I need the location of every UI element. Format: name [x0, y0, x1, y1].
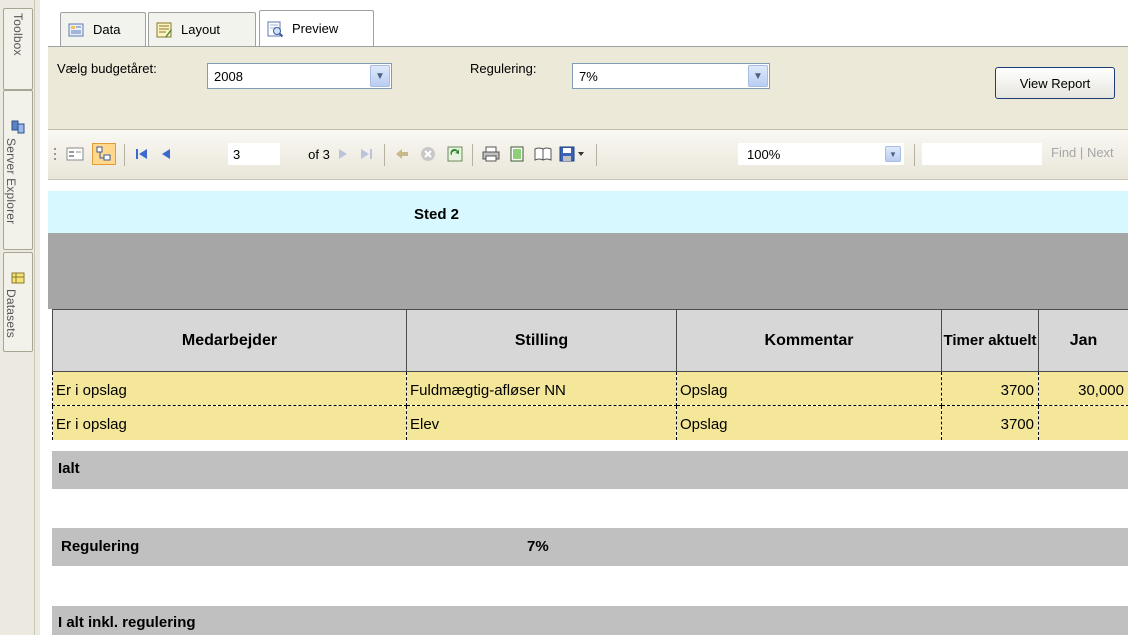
layout-icon: [156, 22, 172, 38]
column-header: Medarbejder: [52, 309, 407, 372]
regulering-row-label: Regulering: [61, 538, 140, 555]
regulering-row: Regulering 7%: [52, 528, 1128, 566]
parameter-area: Vælg budgetåret: 2008 ▼ Regulering: 7% ▼…: [48, 47, 1128, 130]
report-toolbar: of 3 100% ▼ Find | Next: [48, 130, 1128, 180]
tab-preview[interactable]: Preview: [259, 10, 374, 46]
datasets-label: Datasets: [4, 288, 18, 338]
column-header: Kommentar: [676, 309, 942, 372]
separator: [596, 144, 597, 166]
page-setup-icon[interactable]: [532, 143, 554, 165]
toolbox-tab[interactable]: Toolbox: [3, 8, 33, 90]
budget-year-label: Vælg budgetåret:: [57, 61, 157, 76]
regulering-label: Regulering:: [470, 61, 537, 76]
export-icon[interactable]: [558, 143, 588, 165]
preview-icon: [267, 21, 284, 37]
chevron-down-icon[interactable]: ▼: [370, 65, 390, 87]
page-number-input[interactable]: [228, 143, 280, 165]
cell-jan: [1038, 405, 1128, 440]
first-page-icon[interactable]: [132, 143, 152, 165]
tab-layout[interactable]: Layout: [148, 12, 256, 46]
regulering-value: 7%: [579, 69, 598, 84]
refresh-icon[interactable]: [444, 143, 466, 165]
tab-data-label: Data: [93, 22, 121, 37]
print-icon[interactable]: [480, 143, 502, 165]
find-next-links: Find | Next: [1051, 145, 1114, 160]
zoom-value: 100%: [747, 147, 781, 162]
separator: [914, 144, 915, 166]
server-explorer-icon: [11, 120, 25, 134]
server-explorer-label: Server Explorer: [4, 137, 18, 225]
group-title: Sted 2: [414, 206, 460, 223]
report-table: Medarbejder Stilling Kommentar Timer akt…: [52, 309, 1128, 440]
table-row: Er i opslag Elev Opslag 3700: [52, 405, 1128, 440]
parameters-toggle-icon[interactable]: [64, 143, 86, 165]
zoom-select[interactable]: 100% ▼: [738, 143, 904, 165]
view-report-button[interactable]: View Report: [995, 67, 1115, 99]
report-body: Sted 2 Medarbejder Stilling Kommentar Ti…: [48, 181, 1128, 635]
stop-icon[interactable]: [418, 143, 438, 165]
table-row: Er i opslag Fuldmægtig-afløser NN Opslag…: [52, 371, 1128, 406]
cell-timer: 3700: [941, 371, 1039, 406]
cell-medarbejder: Er i opslag: [52, 405, 407, 440]
find-link[interactable]: Find: [1051, 145, 1076, 160]
next-page-icon[interactable]: [334, 143, 352, 165]
last-page-icon[interactable]: [356, 143, 376, 165]
find-separator: |: [1079, 145, 1084, 160]
splitter[interactable]: [34, 0, 40, 635]
header-band: [48, 233, 1128, 309]
regulering-select[interactable]: 7% ▼: [572, 63, 770, 89]
group-header: Sted 2: [48, 191, 1128, 233]
datasets-tab[interactable]: Datasets: [3, 252, 33, 352]
budget-year-select[interactable]: 2008 ▼: [207, 63, 392, 89]
next-link[interactable]: Next: [1087, 145, 1114, 160]
cell-kommentar: Opslag: [676, 405, 942, 440]
column-header: Timer aktuelt: [941, 309, 1039, 372]
tab-preview-label: Preview: [292, 21, 339, 36]
ialt-row: Ialt: [52, 451, 1128, 489]
budget-year-value: 2008: [214, 69, 243, 84]
page-count-label: of 3: [308, 146, 330, 162]
table-header-row: Medarbejder Stilling Kommentar Timer akt…: [52, 309, 1128, 372]
server-explorer-tab[interactable]: Server Explorer: [3, 90, 33, 250]
cell-jan: 30,000: [1038, 371, 1128, 406]
cell-kommentar: Opslag: [676, 371, 942, 406]
document-map-icon[interactable]: [92, 143, 116, 165]
toolbox-label: Toolbox: [11, 13, 25, 56]
data-icon: [68, 23, 84, 36]
separator: [124, 144, 125, 166]
toolbar-grip[interactable]: [52, 143, 58, 165]
ialt-label: Ialt: [58, 460, 80, 477]
tab-data[interactable]: Data: [60, 12, 146, 46]
cell-timer: 3700: [941, 405, 1039, 440]
ialt-inkl-label: I alt inkl. regulering: [58, 614, 196, 631]
separator: [384, 144, 385, 166]
regulering-row-value: 7%: [527, 538, 549, 555]
print-layout-icon[interactable]: [506, 143, 528, 165]
designer-tabs: Data Layout Preview: [48, 0, 1128, 48]
cell-stilling: Elev: [406, 405, 677, 440]
column-header: Jan: [1038, 309, 1128, 372]
chevron-down-icon[interactable]: ▼: [885, 146, 901, 162]
chevron-down-icon[interactable]: ▼: [748, 65, 768, 87]
tool-window-strip: Toolbox Server Explorer Datasets: [0, 0, 40, 635]
cell-stilling: Fuldmægtig-afløser NN: [406, 371, 677, 406]
cell-medarbejder: Er i opslag: [52, 371, 407, 406]
previous-page-icon[interactable]: [156, 143, 176, 165]
column-header: Stilling: [406, 309, 677, 372]
separator: [472, 144, 473, 166]
ialt-inkl-row: I alt inkl. regulering: [52, 606, 1128, 635]
back-icon[interactable]: [392, 143, 412, 165]
find-input[interactable]: [922, 143, 1042, 165]
datasets-icon: [11, 272, 25, 284]
tab-layout-label: Layout: [181, 22, 221, 37]
